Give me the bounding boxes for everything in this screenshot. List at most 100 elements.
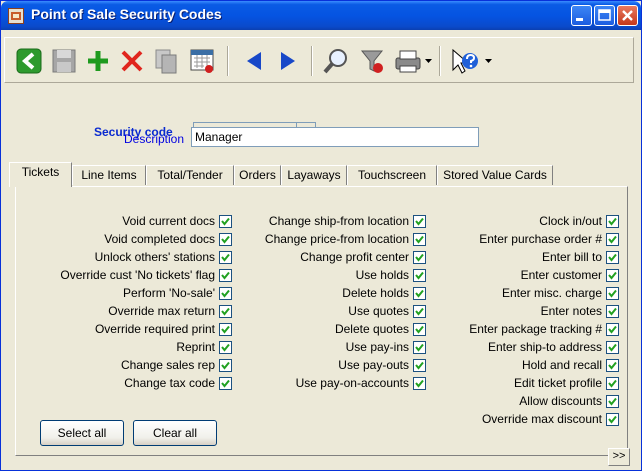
permission-checkbox[interactable] — [606, 251, 619, 264]
copy-icon — [155, 49, 177, 74]
checkmark-icon — [608, 343, 617, 352]
next-button[interactable] — [271, 44, 305, 78]
checkmark-icon — [608, 307, 617, 316]
checkmark-icon — [608, 271, 617, 280]
permission-label: Enter ship-to address — [487, 340, 602, 354]
back-icon — [16, 48, 42, 74]
permission-label: Clock in/out — [539, 214, 602, 228]
permission-checkbox[interactable] — [606, 377, 619, 390]
permission-label: Enter bill to — [541, 250, 602, 264]
permission-row[interactable]: Edit ticket profile — [379, 376, 619, 392]
permission-label: Override max discount — [481, 412, 602, 426]
permission-checkbox[interactable] — [606, 395, 619, 408]
window-title: Point of Sale Security Codes — [31, 6, 222, 22]
permission-row[interactable]: Override max discount — [379, 412, 619, 428]
toolbar-separator — [227, 46, 229, 76]
add-icon — [88, 51, 108, 71]
close-icon — [622, 10, 633, 21]
minimize-icon — [576, 18, 583, 21]
back-button[interactable] — [13, 44, 47, 78]
description-label: Description — [124, 132, 185, 146]
permission-checkbox[interactable] — [606, 413, 619, 426]
description-field[interactable]: Manager — [191, 127, 479, 147]
permission-row[interactable]: Enter ship-to address — [379, 340, 619, 356]
more-button[interactable]: >> — [608, 448, 630, 466]
checkmark-icon — [608, 253, 617, 262]
permission-checkbox[interactable] — [606, 233, 619, 246]
permission-row[interactable]: Hold and recall — [379, 358, 619, 374]
permission-checkbox[interactable] — [606, 341, 619, 354]
permission-checkbox[interactable] — [606, 269, 619, 282]
previous-button[interactable] — [237, 44, 271, 78]
filter-button[interactable] — [355, 44, 389, 78]
checkmark-icon — [608, 361, 617, 370]
tab-touchscreen[interactable]: Touchscreen — [347, 165, 437, 185]
permission-checkbox[interactable] — [606, 359, 619, 372]
permission-label: Enter misc. charge — [501, 286, 602, 300]
app-icon[interactable] — [8, 8, 24, 24]
tab-line-items[interactable]: Line Items — [72, 165, 146, 185]
permission-label: Enter purchase order # — [479, 232, 602, 246]
copy-button[interactable] — [149, 44, 183, 78]
permission-row[interactable]: Enter notes — [379, 304, 619, 320]
tab-total-tender[interactable]: Total/Tender — [146, 165, 234, 185]
tab-layaways[interactable]: Layaways — [281, 165, 347, 185]
save-button[interactable] — [47, 44, 81, 78]
checkmark-icon — [608, 289, 617, 298]
permission-label: Enter notes — [540, 304, 602, 318]
print-button[interactable] — [391, 44, 425, 78]
add-button[interactable] — [81, 44, 115, 78]
permission-row[interactable]: Allow discounts — [379, 394, 619, 410]
filter-icon — [360, 50, 384, 73]
permission-checkbox[interactable] — [606, 323, 619, 336]
minimize-button[interactable] — [571, 5, 592, 26]
permission-label: Allow discounts — [519, 394, 602, 408]
permission-row[interactable]: Enter misc. charge — [379, 286, 619, 302]
calendar-button[interactable] — [185, 44, 219, 78]
toolbar-separator — [311, 46, 313, 76]
permission-label: Enter package tracking # — [469, 322, 602, 336]
app-window: Point of Sale Security Codes Security co… — [0, 0, 642, 471]
previous-icon — [247, 52, 261, 70]
delete-icon — [121, 50, 143, 72]
help-button[interactable] — [447, 44, 481, 78]
checkmark-icon — [608, 217, 617, 226]
permission-label: Enter customer — [520, 268, 602, 282]
tab-stored-value-cards[interactable]: Stored Value Cards — [437, 165, 553, 185]
toolbar — [4, 37, 634, 83]
permission-label: Hold and recall — [521, 358, 602, 372]
tickets-panel: Void current docs Void completed docs Unlo… — [15, 186, 628, 456]
permission-row[interactable]: Enter package tracking # — [379, 322, 619, 338]
permission-checkbox[interactable] — [606, 287, 619, 300]
tab-orders[interactable]: Orders — [234, 165, 281, 185]
print-icon — [395, 50, 421, 73]
select-all-button[interactable]: Select all — [40, 420, 124, 446]
save-icon — [52, 49, 76, 73]
permission-row[interactable]: Enter customer — [379, 268, 619, 284]
title-bar[interactable]: Point of Sale Security Codes — [1, 1, 641, 30]
checkmark-icon — [608, 235, 617, 244]
print-dropdown-icon[interactable] — [425, 58, 432, 64]
permission-row[interactable]: Clock in/out — [379, 214, 619, 230]
delete-button[interactable] — [115, 44, 149, 78]
maximize-button[interactable] — [594, 5, 615, 26]
checkmark-icon — [608, 379, 617, 388]
calendar-icon — [190, 49, 214, 73]
find-icon — [323, 49, 347, 74]
close-button[interactable] — [617, 5, 638, 26]
maximize-icon — [598, 9, 611, 21]
help-icon — [452, 48, 478, 74]
clear-all-button[interactable]: Clear all — [133, 420, 217, 446]
permission-row[interactable]: Enter purchase order # — [379, 232, 619, 248]
checkmark-icon — [608, 415, 617, 424]
help-dropdown-icon[interactable] — [485, 58, 492, 64]
permission-checkbox[interactable] — [606, 215, 619, 228]
checkmark-icon — [608, 325, 617, 334]
tab-tickets[interactable]: Tickets — [9, 162, 72, 187]
toolbar-separator — [439, 46, 441, 76]
permission-checkbox[interactable] — [606, 305, 619, 318]
checkmark-icon — [608, 397, 617, 406]
permission-row[interactable]: Enter bill to — [379, 250, 619, 266]
find-button[interactable] — [319, 44, 353, 78]
permission-label: Edit ticket profile — [513, 376, 602, 390]
